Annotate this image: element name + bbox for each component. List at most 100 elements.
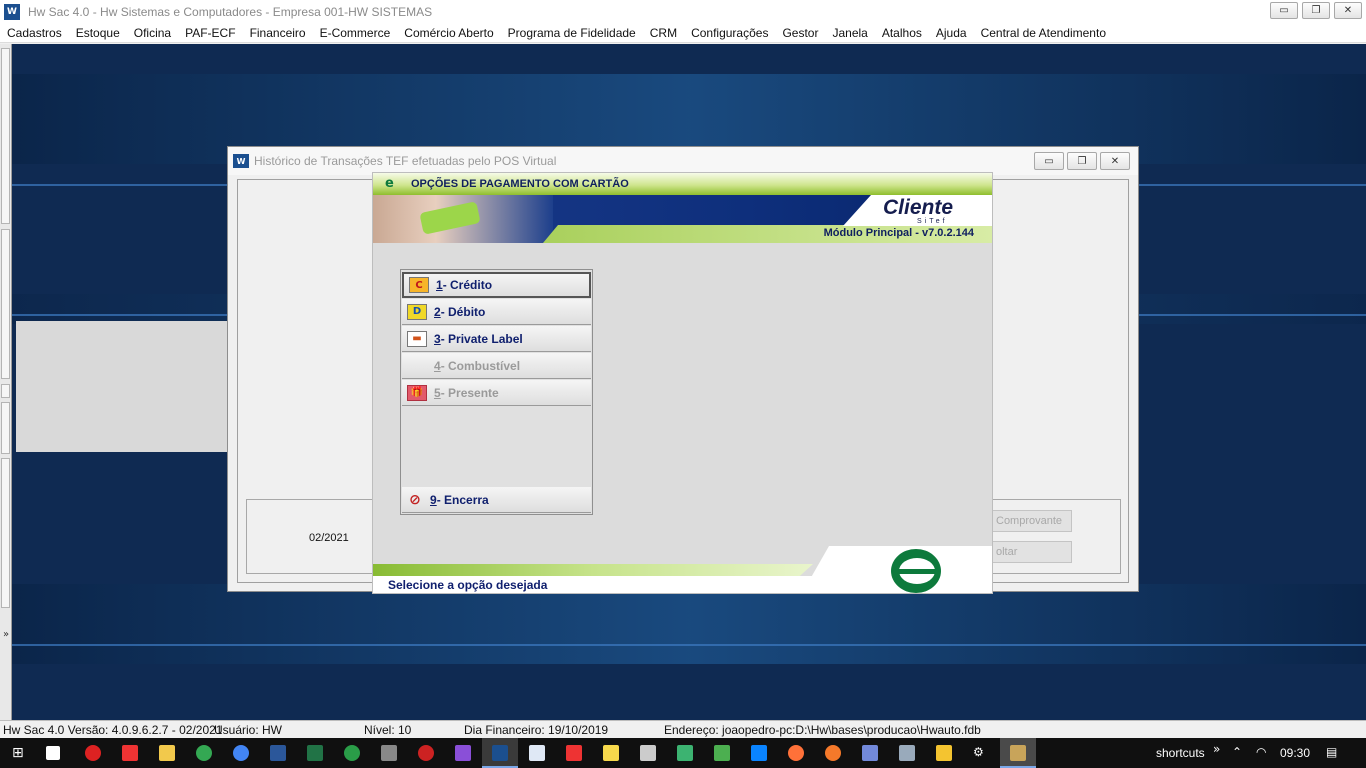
option-combustivel: 4 - Combustível — [402, 353, 591, 379]
sitef-brand-tag: SiTef — [917, 218, 948, 225]
sitef-logo-icon: e — [385, 176, 394, 191]
notifications-icon[interactable]: ▤ — [1326, 745, 1337, 759]
firefox-icon[interactable] — [788, 745, 804, 761]
history-minimize-button[interactable]: ▭ — [1034, 152, 1064, 170]
history-restore-button[interactable]: ❐ — [1067, 152, 1097, 170]
sitef-header: e OPÇÕES DE PAGAMENTO COM CARTÃO — [373, 173, 992, 195]
excel-icon[interactable] — [307, 745, 323, 761]
payment-option-list: C 1 - Crédito D 2 - Débito ▬ 3 - Private… — [400, 269, 593, 515]
history-window-icon: W — [233, 154, 249, 168]
status-address: Endereço: joaopedro-pc:D:\Hw\bases\produ… — [664, 723, 981, 737]
windows-app-icon[interactable] — [751, 745, 767, 761]
e-logo-bar — [899, 569, 937, 574]
help-app-icon[interactable] — [122, 745, 138, 761]
option-private-label[interactable]: ▬ 3 - Private Label — [402, 326, 591, 352]
period-date: 02/2021 — [309, 532, 349, 544]
debit-card-icon: D — [407, 303, 427, 320]
windows-start-icon[interactable]: ⊞ — [12, 745, 29, 761]
menu-cadastros[interactable]: Cadastros — [0, 26, 69, 40]
dock-segment[interactable] — [1, 48, 10, 224]
dock-segment[interactable] — [1, 384, 10, 398]
option-label: - Débito — [440, 304, 486, 319]
file-explorer-icon[interactable] — [159, 745, 175, 761]
menu-ajuda[interactable]: Ajuda — [929, 26, 974, 40]
module-version: Módulo Principal - v7.0.2.144 — [823, 227, 974, 239]
cube-app-icon[interactable] — [640, 745, 656, 761]
task-view-icon[interactable] — [46, 746, 60, 760]
ibexpert-icon[interactable] — [344, 745, 360, 761]
option-presente: 🎁 5 - Presente — [402, 380, 591, 406]
database-icon[interactable] — [381, 745, 397, 761]
background-band — [12, 584, 1366, 664]
menu-estoque[interactable]: Estoque — [69, 26, 127, 40]
menu-financeiro[interactable]: Financeiro — [243, 26, 313, 40]
comprovante-button[interactable]: Comprovante — [992, 510, 1072, 532]
side-dock: » — [0, 44, 12, 720]
option-credito[interactable]: C 1 - Crédito — [402, 272, 591, 298]
wifi-icon[interactable]: ◠ — [1256, 745, 1266, 759]
menu-central-atendimento[interactable]: Central de Atendimento — [974, 26, 1113, 40]
history-window-titlebar[interactable]: W Histórico de Transações TEF efetuadas … — [228, 147, 1138, 175]
menu-gestor[interactable]: Gestor — [775, 26, 825, 40]
close-button[interactable]: ✕ — [1334, 2, 1362, 19]
grid-app-icon[interactable] — [714, 745, 730, 761]
expand-arrow-icon[interactable]: » — [0, 629, 12, 649]
sitef-banner: Cliente SiTef Módulo Principal - v7.0.2.… — [373, 195, 992, 243]
menu-atalhos[interactable]: Atalhos — [875, 26, 929, 40]
credit-card-icon: C — [409, 277, 429, 293]
sticky-notes-icon[interactable] — [603, 745, 619, 761]
status-bar: Hw Sac 4.0 Versão: 4.0.9.6.2.7 - 02/2021… — [0, 720, 1366, 738]
fuel-icon — [407, 358, 427, 374]
option-number: 1 — [436, 278, 443, 292]
menu-programa-fidelidade[interactable]: Programa de Fidelidade — [501, 26, 643, 40]
menu-e-commerce[interactable]: E-Commerce — [313, 26, 398, 40]
option-number: 3 — [434, 331, 441, 346]
youtube-icon[interactable] — [85, 745, 101, 761]
option-encerra[interactable]: ⊘ 9 - Encerra — [402, 487, 591, 513]
menu-comercio-aberto[interactable]: Comércio Aberto — [397, 26, 500, 40]
chrome-profile-icon[interactable] — [233, 745, 249, 761]
menu-oficina[interactable]: Oficina — [127, 26, 178, 40]
menu-crm[interactable]: CRM — [643, 26, 684, 40]
notepad-icon[interactable] — [529, 745, 545, 761]
option-label: - Encerra — [436, 492, 489, 507]
dx-app-icon[interactable] — [418, 745, 434, 761]
chevron-right-icon[interactable]: » — [1213, 742, 1220, 756]
word-icon[interactable] — [270, 745, 286, 761]
app-titlebar: W Hw Sac 4.0 - Hw Sistemas e Computadore… — [0, 0, 1366, 23]
status-message: Selecione a opção desejada — [388, 578, 548, 592]
minimize-button[interactable]: ▭ — [1270, 2, 1298, 19]
sitef-app-icon — [1010, 745, 1026, 761]
shortcuts-toolbar-label[interactable]: shortcuts — [1156, 746, 1205, 760]
status-level: Nível: 10 — [364, 723, 412, 737]
photos-icon[interactable] — [677, 745, 693, 761]
option-label: - Crédito — [442, 278, 493, 292]
status-version: Hw Sac 4.0 Versão: 4.0.9.6.2.7 - 02/2021 — [3, 723, 223, 737]
restore-button[interactable]: ❐ — [1302, 2, 1330, 19]
voltar-button[interactable]: oltar — [992, 541, 1072, 563]
blender-icon[interactable] — [825, 745, 841, 761]
menu-paf-ecf[interactable]: PAF-ECF — [178, 26, 242, 40]
discord-icon[interactable] — [862, 745, 878, 761]
clock[interactable]: 09:30 — [1280, 746, 1310, 760]
status-user: Usuário: HW — [214, 723, 283, 737]
tray-up-arrow-icon[interactable]: ⌃ — [1232, 745, 1242, 759]
dock-segment[interactable] — [1, 229, 10, 379]
dock-segment[interactable] — [1, 402, 10, 454]
visual-studio-icon[interactable] — [455, 745, 471, 761]
menu-configuracoes[interactable]: Configurações — [684, 26, 775, 40]
history-close-button[interactable]: ✕ — [1100, 152, 1130, 170]
option-label: - Combustível — [440, 358, 521, 373]
chrome-icon[interactable] — [196, 745, 212, 761]
anydesk-icon[interactable] — [566, 745, 582, 761]
file-icon[interactable] — [936, 745, 952, 761]
remote-desktop-icon[interactable] — [899, 745, 915, 761]
menu-janela[interactable]: Janela — [825, 26, 874, 40]
history-window-controls: ▭ ❐ ✕ — [1034, 152, 1130, 170]
background-line — [12, 644, 1366, 646]
menu-bar: Cadastros Estoque Oficina PAF-ECF Financ… — [0, 23, 1366, 43]
option-number: 9 — [430, 492, 437, 507]
option-debito[interactable]: D 2 - Débito — [402, 299, 591, 325]
dock-segment[interactable] — [1, 458, 10, 608]
settings-icon[interactable]: ⚙ — [973, 745, 984, 759]
